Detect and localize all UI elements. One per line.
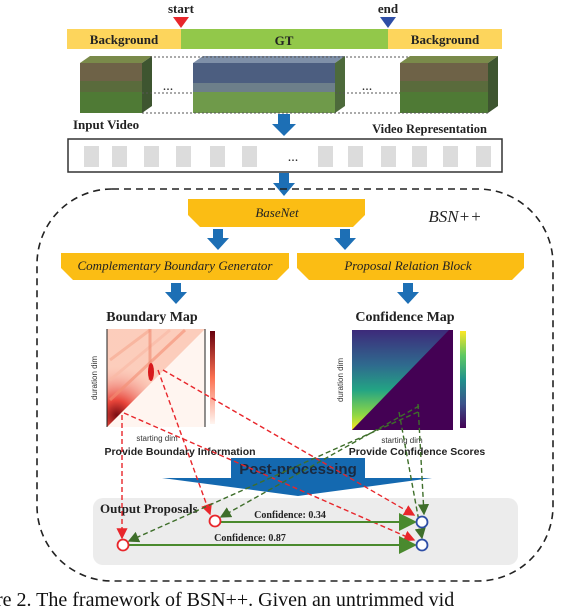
prb-label: Proposal Relation Block [343,258,472,273]
end-marker-icon [380,17,396,28]
timeline-label-background-left: Background [90,32,159,47]
representation-block [348,146,363,167]
representation-block [443,146,458,167]
representation-box [67,138,503,173]
boundary-map-xlabel: starting dim [136,434,178,443]
down-arrow-icon [207,229,229,250]
frames-ellipsis-left: ... [163,79,174,94]
representation-block [476,146,491,167]
video-representation: ... [67,138,503,173]
start-marker-icon [173,17,189,28]
video-clip-middle [193,56,345,113]
proposal-start-circle [116,538,130,552]
output-proposals-label: Output Proposals [100,501,198,516]
video-clip-left [80,56,152,113]
representation-block [242,146,257,167]
representation-block [84,146,99,167]
bsn-framework-diagram: Background GT Background start end ... .… [36,1,554,582]
video-clip-right [400,56,498,113]
input-video-frames: ... ... [80,56,498,114]
start-label: start [168,1,195,16]
proposal-end-circle [415,515,429,529]
basenet-label: BaseNet [255,205,299,220]
representation-block [381,146,396,167]
end-label: end [378,1,399,16]
down-arrow-icon [272,114,296,136]
representation-block [210,146,225,167]
down-arrow-icon [165,283,187,304]
down-arrow-icon [273,173,295,196]
cbg-label: Complementary Boundary Generator [78,258,274,273]
video-representation-label: Video Representation [372,122,487,136]
boundary-map-colorbar [210,331,215,424]
timeline-bar: Background GT Background start end [67,1,502,49]
boundary-map-ylabel: duration dim [90,356,99,400]
confidence-map: Confidence Map duration dim starting dim… [336,310,485,458]
down-arrow-icon [397,283,419,304]
down-arrow-icon [334,229,356,250]
proposal-confidence: Confidence: 0.34 [254,510,326,521]
input-video-label: Input Video [73,117,139,132]
confidence-map-colorbar [460,331,466,428]
provide-confidence-scores: Provide Confidence Scores [349,446,486,458]
proposal-start-circle [208,514,222,528]
representation-block [176,146,191,167]
provide-boundary-information: Provide Boundary Information [104,446,255,458]
boundary-map-hotspot [148,363,154,381]
figure-caption: ure 2. The framework of BSN++. Given an … [0,589,455,611]
representation-block [318,146,333,167]
timeline-label-gt: GT [275,33,294,48]
confidence-map-ylabel: duration dim [336,358,345,402]
boundary-map-title: Boundary Map [106,310,198,325]
representation-block [412,146,427,167]
representation-block [112,146,127,167]
timeline-label-background-right: Background [411,32,480,47]
boundary-map: Boundary Map duration dim starting dim P… [90,310,256,458]
proposal-end-circle [415,538,429,552]
bsn-title: BSN++ [428,207,481,226]
representation-block [144,146,159,167]
post-processing-arrow: Post-processing [162,458,432,496]
post-processing-label: Post-processing [239,461,357,478]
proposal-confidence: Confidence: 0.87 [214,533,286,544]
representation-ellipsis: ... [288,150,299,165]
confidence-map-xlabel: starting dim [381,436,423,445]
frames-ellipsis-right: ... [362,79,373,94]
confidence-map-title: Confidence Map [355,310,454,325]
